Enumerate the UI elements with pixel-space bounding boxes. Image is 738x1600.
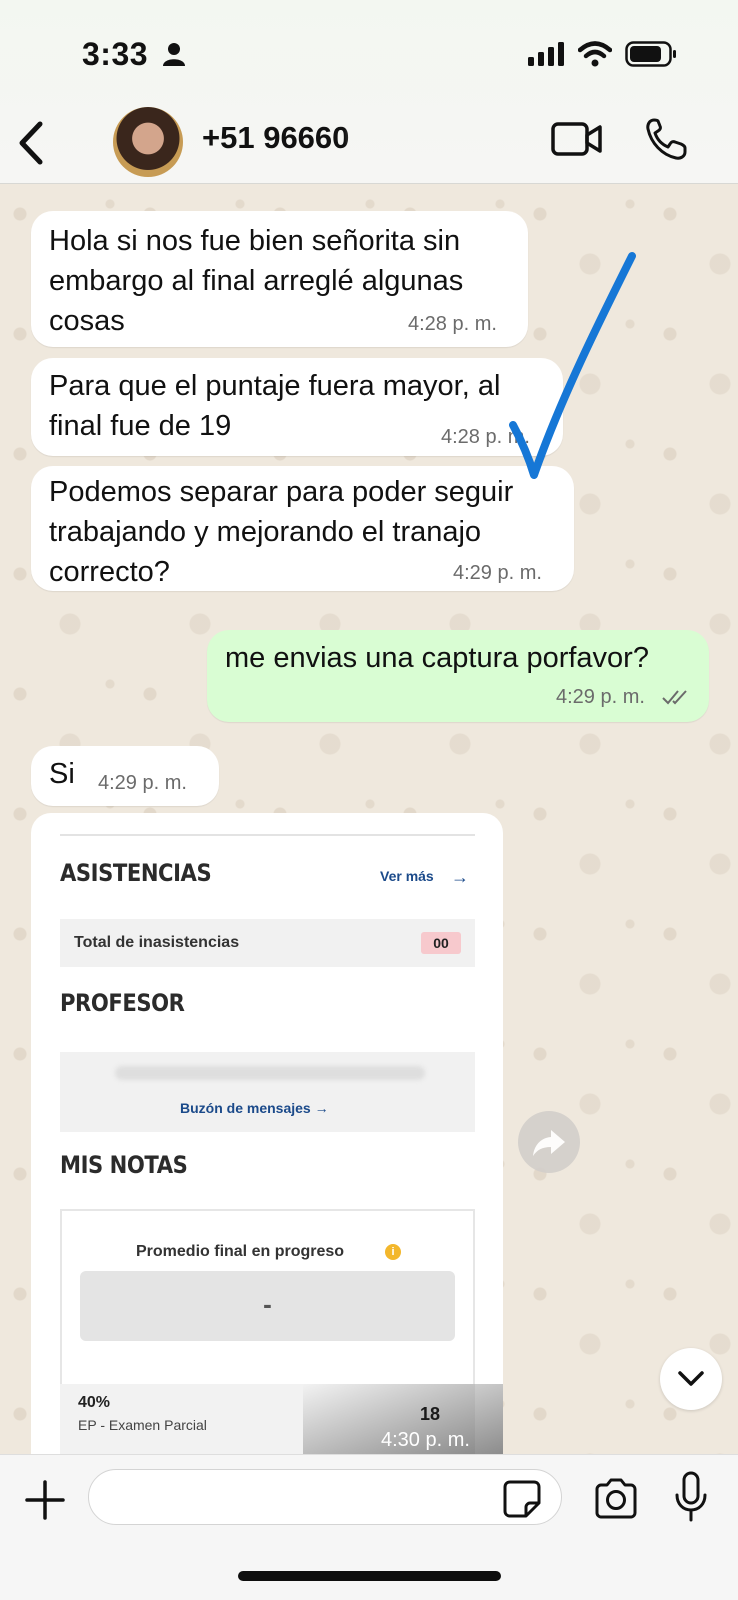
message-line: Podemos separar para poder seguir xyxy=(49,476,514,508)
promedio-value: - xyxy=(263,1289,272,1319)
buzon-link: Buzón de mensajes → xyxy=(180,1100,329,1116)
image-message[interactable]: ASISTENCIAS Ver más → Total de inasisten… xyxy=(31,813,503,1454)
message-time: 4:28 p. m. xyxy=(441,426,530,448)
plus-icon[interactable] xyxy=(24,1479,66,1521)
contact-name[interactable]: +51 96660 xyxy=(202,120,380,156)
promedio-label: Promedio final en progreso xyxy=(136,1243,345,1260)
chat-header: 3:33 +51 96660 xyxy=(0,0,738,184)
cellular-signal-icon xyxy=(528,42,564,66)
message-time: 4:29 p. m. xyxy=(556,686,645,708)
ver-mas-link: Ver más xyxy=(380,868,434,884)
message-text: Para que el puntaje fuera mayor, al fina… xyxy=(49,366,500,446)
arrow-right-icon: → xyxy=(451,867,469,887)
message-bubble[interactable]: Hola si nos fue bien señorita sin embarg… xyxy=(31,211,528,347)
nota-name: EP - Examen Parcial xyxy=(78,1417,207,1433)
person-icon xyxy=(163,43,185,66)
profesor-card: Buzón de mensajes → xyxy=(60,1052,475,1132)
message-line: cosas xyxy=(49,305,125,337)
inasistencias-badge: 00 xyxy=(421,932,461,954)
message-text: Hola si nos fue bien señorita sin embarg… xyxy=(49,221,463,341)
message-time: 4:28 p. m. xyxy=(408,313,497,335)
chevron-down-icon xyxy=(678,1371,704,1386)
message-line: trabajando y mejorando el tranajo xyxy=(49,516,482,548)
divider xyxy=(60,834,475,836)
message-text: Si xyxy=(49,758,75,790)
battery-icon xyxy=(625,41,676,67)
message-time: 4:29 p. m. xyxy=(453,562,542,584)
composer-bar xyxy=(0,1454,738,1600)
inasistencias-row: Total de inasistencias 00 xyxy=(60,919,475,967)
message-line: Hola si nos fue bien señorita sin xyxy=(49,225,461,257)
asistencias-title: ASISTENCIAS xyxy=(60,859,212,887)
video-call-icon[interactable] xyxy=(551,121,603,157)
message-bubble[interactable]: Podemos separar para poder seguir trabaj… xyxy=(31,466,574,591)
double-check-icon xyxy=(662,690,687,705)
message-line: embargo al final arreglé algunas xyxy=(49,265,464,297)
promedio-box: - xyxy=(80,1271,455,1341)
message-bubble-outgoing[interactable]: me envias una captura porfavor? 4:29 p. … xyxy=(207,630,709,722)
wifi-icon xyxy=(578,41,612,67)
sticker-icon[interactable] xyxy=(502,1479,542,1519)
redacted-scribble xyxy=(115,1066,425,1080)
message-bubble[interactable]: Para que el puntaje fuera mayor, al fina… xyxy=(31,358,563,456)
message-time: 4:29 p. m. xyxy=(98,772,187,794)
camera-icon[interactable] xyxy=(593,1477,639,1519)
message-line: me envias una captura porfavor? xyxy=(225,642,649,674)
message-line: final fue de 19 xyxy=(49,410,232,442)
info-icon: i xyxy=(385,1244,401,1260)
message-time: 4:30 p. m. xyxy=(381,1429,470,1451)
scroll-to-bottom-button[interactable] xyxy=(660,1348,722,1410)
microphone-icon[interactable] xyxy=(674,1471,708,1523)
inasistencias-label: Total de inasistencias xyxy=(74,934,240,951)
voice-call-icon[interactable] xyxy=(645,117,687,161)
status-time: 3:33 xyxy=(82,36,149,72)
profesor-title: PROFESOR xyxy=(60,989,185,1017)
nota-percent: 40% xyxy=(78,1394,111,1411)
message-text: Podemos separar para poder seguir trabaj… xyxy=(49,472,513,592)
contact-avatar[interactable] xyxy=(113,107,183,177)
chevron-left-icon[interactable] xyxy=(14,118,48,168)
message-bubble[interactable]: Si 4:29 p. m. xyxy=(31,746,219,806)
chat-area[interactable]: Hola si nos fue bien señorita sin embarg… xyxy=(0,184,738,1454)
forward-button[interactable] xyxy=(518,1111,580,1173)
home-indicator[interactable] xyxy=(238,1571,501,1581)
message-line: Para que el puntaje fuera mayor, al xyxy=(49,370,501,402)
message-text: me envias una captura porfavor? xyxy=(225,638,649,678)
message-input[interactable] xyxy=(88,1469,562,1525)
mis-notas-title: MIS NOTAS xyxy=(60,1151,188,1179)
forward-icon xyxy=(533,1130,565,1156)
message-line: correcto? xyxy=(49,556,170,588)
